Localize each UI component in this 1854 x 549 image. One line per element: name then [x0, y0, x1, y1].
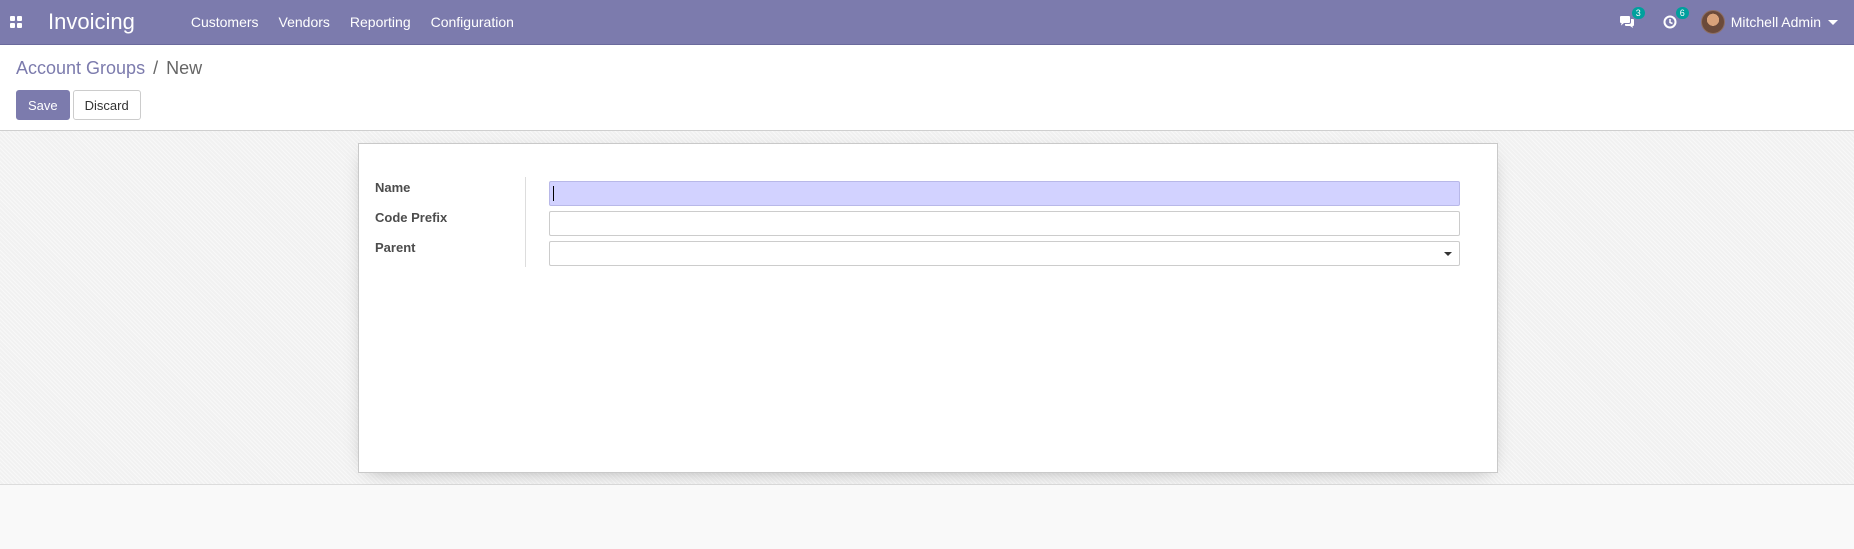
messaging-menu[interactable]: 3 — [1619, 7, 1645, 29]
top-navbar: Invoicing Customers Vendors Reporting Co… — [0, 0, 1854, 45]
name-field-row: Name — [375, 174, 1475, 206]
menu-item-customers[interactable]: Customers — [181, 0, 269, 45]
app-name[interactable]: Invoicing — [48, 9, 135, 35]
main-menu: Customers Vendors Reporting Configuratio… — [181, 0, 524, 45]
dropdown-caret-icon[interactable] — [1444, 252, 1452, 256]
parent-label: Parent — [375, 240, 416, 255]
activities-count-badge: 6 — [1675, 7, 1689, 19]
control-panel: Account Groups / New Save Discard — [0, 45, 1854, 131]
chat-bubbles-icon — [1619, 16, 1634, 28]
caret-down-icon — [1828, 19, 1838, 25]
activity-menu[interactable]: 6 — [1663, 7, 1689, 29]
avatar — [1700, 10, 1725, 34]
menu-item-reporting[interactable]: Reporting — [340, 0, 421, 45]
form-view-background: Name Code Prefix Parent — [0, 131, 1854, 485]
save-button[interactable]: Save — [16, 90, 70, 120]
apps-menu-button[interactable] — [0, 0, 32, 45]
footer-area — [0, 485, 1854, 549]
clock-icon — [1663, 15, 1677, 29]
code-prefix-input[interactable] — [549, 211, 1460, 236]
user-name: Mitchell Admin — [1730, 14, 1821, 30]
apps-grid-icon — [10, 16, 22, 28]
menu-item-configuration[interactable]: Configuration — [421, 0, 524, 45]
form-sheet: Name Code Prefix Parent — [358, 143, 1498, 473]
form-buttons: Save Discard — [16, 90, 141, 120]
messages-count-badge: 3 — [1631, 7, 1645, 19]
parent-field-row: Parent — [375, 234, 1475, 266]
breadcrumb: Account Groups / New — [16, 58, 202, 79]
user-menu[interactable]: Mitchell Admin — [1700, 10, 1838, 34]
menu-item-vendors[interactable]: Vendors — [269, 0, 340, 45]
systray: 3 6 Mitchell Admin — [1605, 0, 1854, 45]
name-label: Name — [375, 180, 411, 195]
parent-select[interactable] — [549, 241, 1460, 266]
discard-button[interactable]: Discard — [72, 90, 141, 120]
breadcrumb-current: New — [166, 58, 203, 78]
code-prefix-label: Code Prefix — [375, 210, 448, 225]
code-prefix-field-row: Code Prefix — [375, 204, 1475, 236]
breadcrumb-separator: / — [153, 58, 159, 78]
breadcrumb-account-groups[interactable]: Account Groups — [16, 58, 145, 79]
name-input[interactable] — [549, 181, 1460, 206]
text-cursor — [553, 186, 554, 201]
